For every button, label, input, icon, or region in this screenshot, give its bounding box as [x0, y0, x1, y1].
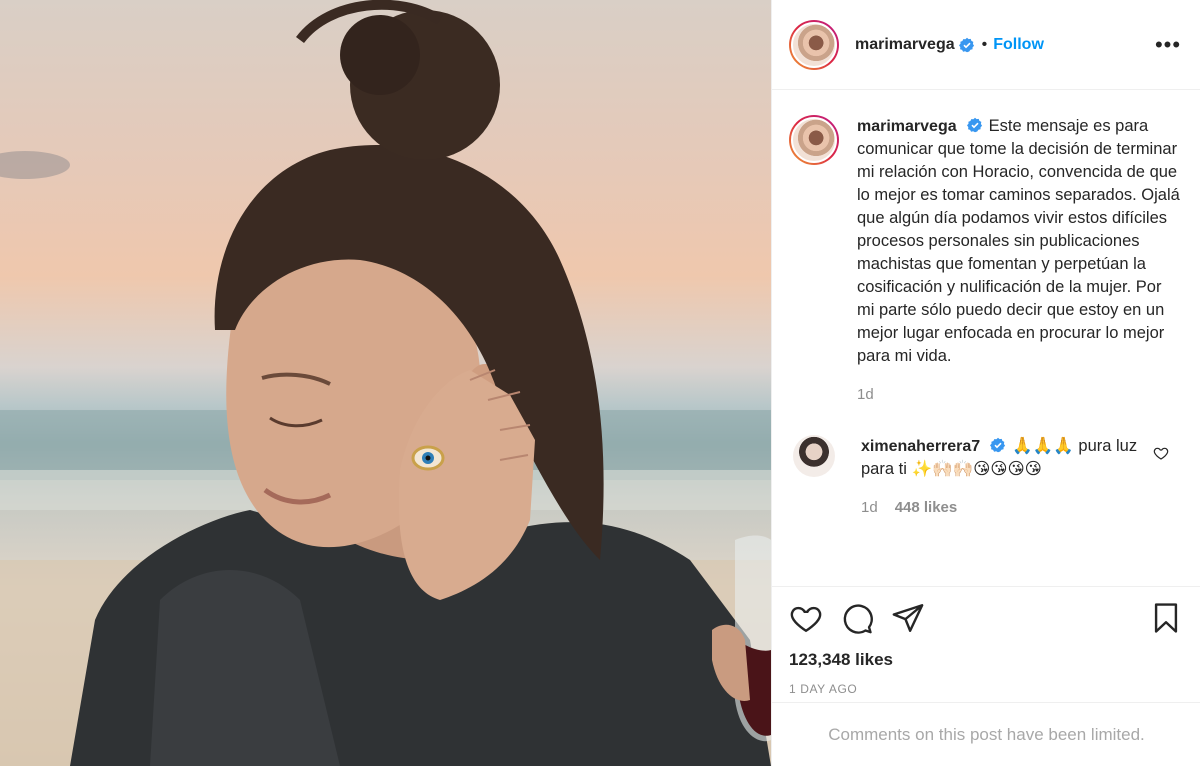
caption-text: Este mensaje es para comunicar que tome … — [857, 117, 1180, 365]
photo-illustration — [0, 0, 771, 766]
instagram-post: marimarvega • Follow ••• marimarvega Este… — [0, 0, 1200, 766]
heart-icon[interactable] — [789, 601, 823, 635]
post-timestamp[interactable]: 1 DAY AGO — [789, 682, 1183, 696]
caption-text-block: marimarvega Este mensaje es para comunica… — [857, 115, 1183, 368]
caption-age[interactable]: 1d — [857, 386, 874, 403]
likes-count[interactable]: 123,348 likes — [789, 650, 1183, 670]
more-dots-icon[interactable]: ••• — [1154, 33, 1182, 55]
paper-plane-icon[interactable] — [891, 601, 925, 635]
avatar[interactable] — [789, 19, 839, 70]
username-link[interactable]: marimarvega — [855, 36, 955, 54]
verified-badge-icon — [966, 117, 982, 133]
comment-meta: 1d 448 likes — [861, 499, 1157, 516]
post-sidebar: marimarvega • Follow ••• marimarvega Este… — [771, 0, 1200, 766]
post-actions: 123,348 likes 1 DAY AGO — [772, 586, 1200, 696]
comment-likes[interactable]: 448 likes — [895, 499, 958, 516]
caption-avatar-image — [791, 117, 837, 163]
caption: marimarvega Este mensaje es para comunica… — [789, 115, 1183, 403]
comment-age[interactable]: 1d — [861, 499, 878, 516]
verified-badge-icon — [990, 437, 1006, 453]
caption-meta: 1d — [857, 386, 1183, 403]
post-header: marimarvega • Follow ••• — [772, 0, 1200, 90]
comment-text-block: ximenaherrera7 🙏🙏🙏 pura luz para ti ✨🙌🏻🙌🏻… — [861, 435, 1157, 481]
comment-bubble-icon[interactable] — [840, 601, 874, 635]
verified-badge-icon — [958, 37, 974, 52]
action-icons — [789, 601, 1183, 635]
caption-avatar[interactable] — [789, 115, 839, 165]
comment-like-heart-icon[interactable] — [1153, 445, 1169, 461]
comments-list[interactable]: marimarvega Este mensaje es para comunica… — [772, 91, 1200, 586]
comment-username-link[interactable]: ximenaherrera7 — [861, 438, 980, 455]
bookmark-icon[interactable] — [1149, 601, 1183, 635]
separator-dot: • — [981, 35, 988, 53]
comment-avatar[interactable] — [793, 435, 835, 477]
follow-button[interactable]: Follow — [993, 36, 1044, 54]
post-photo[interactable] — [0, 0, 771, 766]
caption-username-link[interactable]: marimarvega — [857, 118, 957, 135]
comment-item: ximenaherrera7 🙏🙏🙏 pura luz para ti ✨🙌🏻🙌🏻… — [789, 435, 1183, 516]
avatar-image — [791, 21, 837, 68]
comments-limited-notice: Comments on this post have been limited. — [772, 702, 1200, 766]
